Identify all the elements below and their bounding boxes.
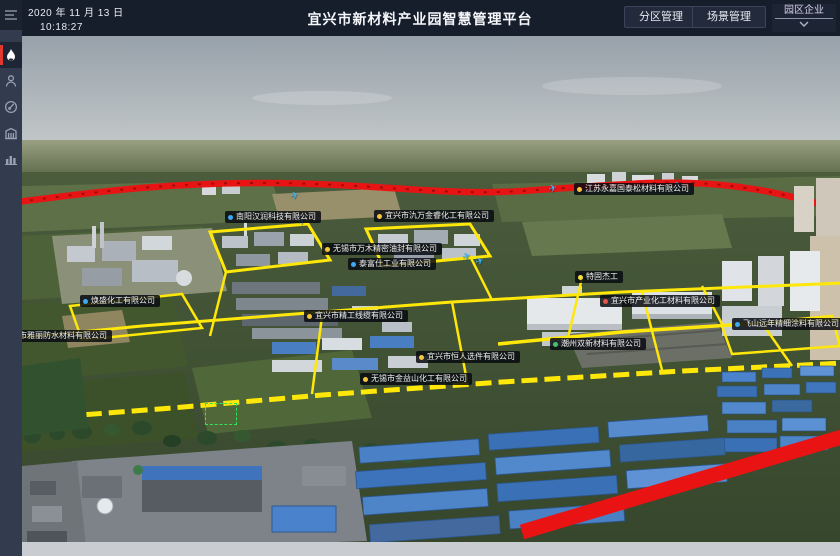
company-label[interactable]: 特固杰工 [575,271,623,283]
app-window: 2020 年 11 月 13 日 10:18:27 宜兴市新材料产业园智慧管理平… [0,0,840,556]
company-label-text: 焕盛化工有限公司 [91,297,155,305]
gauge-icon [4,100,18,114]
top-header-bar: 2020 年 11 月 13 日 10:18:27 宜兴市新材料产业园智慧管理平… [0,0,840,36]
company-label[interactable]: 宜兴市恒人选件有限公司 [416,351,520,363]
sidebar-item-menu[interactable] [0,0,22,30]
company-dot-icon [363,377,368,382]
company-label-text: 宜兴市氿万金睿化工有限公司 [385,212,489,220]
company-label-text: 飞山远年精细涂料有限公司 [743,320,839,328]
company-dot-icon [553,342,558,347]
company-dot-icon [578,275,583,280]
company-dot-icon [83,299,88,304]
company-dot-icon [603,299,608,304]
menu-icon [4,9,18,21]
company-label-text: 泰富仕工业有限公司 [359,260,431,268]
company-label-text: 宜兴市精工线缆有限公司 [315,312,403,320]
company-dot-icon [735,322,740,327]
bar-chart-icon [4,152,18,166]
current-time: 10:18:27 [40,22,124,33]
left-sidebar [0,0,22,556]
factory-icon [4,126,18,140]
active-indicator [0,45,3,65]
company-label[interactable]: 焕盛化工有限公司 [80,295,160,307]
company-dot-icon [307,314,312,319]
company-dot-icon [577,187,582,192]
company-label[interactable]: 南阳汉润科技有限公司 [225,211,321,223]
company-label[interactable]: 无锡市金益山化工有限公司 [360,373,472,385]
dropdown-divider [775,18,833,19]
scene-management-button[interactable]: 场景管理 [692,6,766,28]
page-title: 宜兴市新材料产业园智慧管理平台 [308,9,533,29]
current-date: 2020 年 11 月 13 日 [28,4,124,19]
company-dot-icon [377,214,382,219]
selection-box [205,403,237,425]
company-dot-icon [325,247,330,252]
sidebar-item-statistics[interactable] [0,146,22,172]
company-label-text: 宜兴市雅丽防水材料有限公司 [22,332,107,340]
company-label[interactable]: 江苏永嘉国泰松材料有限公司 [574,183,694,195]
zone-management-button[interactable]: 分区管理 [624,6,698,28]
dropdown-label: 园区企业 [784,4,824,18]
company-label[interactable]: 宜兴市产业化工材料有限公司 [600,295,720,307]
company-dot-icon [228,215,233,220]
company-label-text: 特固杰工 [586,273,618,281]
flame-icon [4,48,18,63]
company-label[interactable]: 无锡市万木精密油封有限公司 [322,243,442,255]
sidebar-item-gauge[interactable] [0,94,22,120]
datetime-block: 2020 年 11 月 13 日 10:18:27 [28,4,124,33]
company-label-text: 无锡市金益山化工有限公司 [371,375,467,383]
company-label-text: 宜兴市恒人选件有限公司 [427,353,515,361]
sidebar-item-factory[interactable] [0,120,22,146]
company-label-text: 宜兴市产业化工材料有限公司 [611,297,715,305]
company-label[interactable]: 宜兴市雅丽防水材料有限公司 [22,330,112,342]
company-label[interactable]: 泰富仕工业有限公司 [348,258,436,270]
company-label-text: 江苏永嘉国泰松材料有限公司 [585,185,689,193]
company-label-text: 南阳汉润科技有限公司 [236,213,316,221]
company-label-text: 无锡市万木精密油封有限公司 [333,245,437,253]
company-label[interactable]: 宜兴市氿万金睿化工有限公司 [374,210,494,222]
chevron-down-icon [799,21,809,27]
sidebar-item-monitor[interactable] [0,42,22,68]
company-dot-icon [351,262,356,267]
company-label-text: 潮州双新材料有限公司 [561,340,641,348]
user-icon [4,74,18,88]
company-dot-icon [419,355,424,360]
park-enterprise-dropdown[interactable]: 园区企业 [772,4,836,32]
company-label[interactable]: 飞山远年精细涂料有限公司 [732,318,840,330]
map-view[interactable]: 南阳汉润科技有限公司 宜兴市氿万金睿化工有限公司 江苏永嘉国泰松材料有限公司无锡市万… [22,36,840,556]
company-label[interactable]: 宜兴市精工线缆有限公司 [304,310,408,322]
company-label[interactable]: 潮州双新材料有限公司 [550,338,646,350]
sidebar-item-personnel[interactable] [0,68,22,94]
